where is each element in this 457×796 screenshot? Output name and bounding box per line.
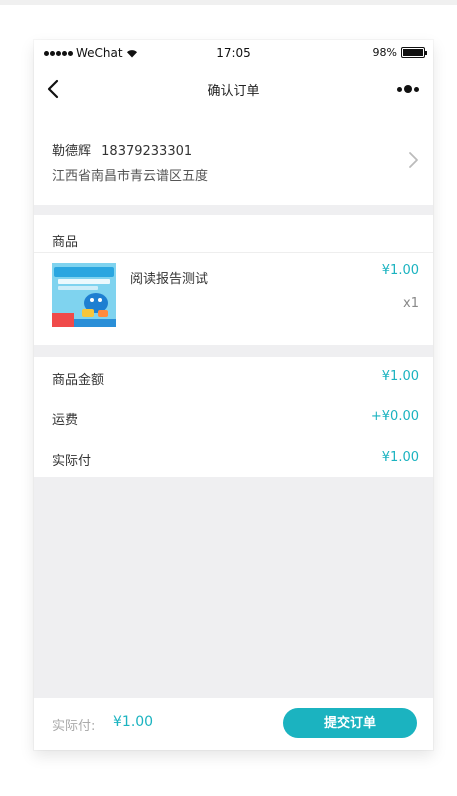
product-quantity: x1 [403,296,419,311]
recipient-phone: 18379233301 [101,144,193,159]
phone-frame: WeChat 17:05 98% 确认订单 勒德辉 18379233301 江西… [34,40,433,750]
summary-value: ¥1.00 [381,450,419,465]
price-summary: 商品金额 ¥1.00 运费 +¥0.00 实际付 ¥1.00 [34,357,433,477]
summary-row-goods-amount: 商品金额 ¥1.00 [34,369,433,389]
submit-order-button[interactable]: 提交订单 [283,708,417,738]
nav-bar: 确认订单 [34,68,433,110]
product-thumbnail[interactable] [52,263,116,327]
summary-row-shipping: 运费 +¥0.00 [34,409,433,429]
status-right: 98% [372,46,427,59]
product-name: 阅读报告测试 [130,272,209,287]
recipient-name: 勒德辉 [52,144,92,159]
address-card[interactable]: 勒德辉 18379233301 江西省南昌市青云谱区五度 [34,110,433,205]
page-title: 确认订单 [207,84,260,99]
more-dots-icon[interactable] [397,82,423,96]
summary-label: 实际付 [52,454,92,469]
product-price: ¥1.00 [381,263,419,278]
summary-value: ¥1.00 [381,369,419,384]
checkout-bar: 实际付: ¥1.00 提交订单 [34,698,433,750]
pay-label: 实际付: [52,719,96,734]
summary-label: 商品金额 [52,373,105,388]
chevron-right-icon[interactable] [407,151,419,169]
goods-header: 商品 [52,235,79,250]
battery-icon [401,47,427,58]
pay-amount: ¥1.00 [113,714,154,730]
goods-divider [34,252,433,253]
summary-label: 运费 [52,413,79,428]
recipient-line: 勒德辉 18379233301 [52,140,192,159]
status-bar: WeChat 17:05 98% [34,40,433,68]
recipient-address: 江西省南昌市青云谱区五度 [52,169,209,184]
summary-row-actual-pay: 实际付 ¥1.00 [34,450,433,470]
battery-percent: 98% [372,46,397,59]
goods-section: 商品 阅读报告测试 ¥1.00 x1 [34,215,433,345]
summary-value: +¥0.00 [370,409,419,424]
page-top-strip [0,0,457,5]
